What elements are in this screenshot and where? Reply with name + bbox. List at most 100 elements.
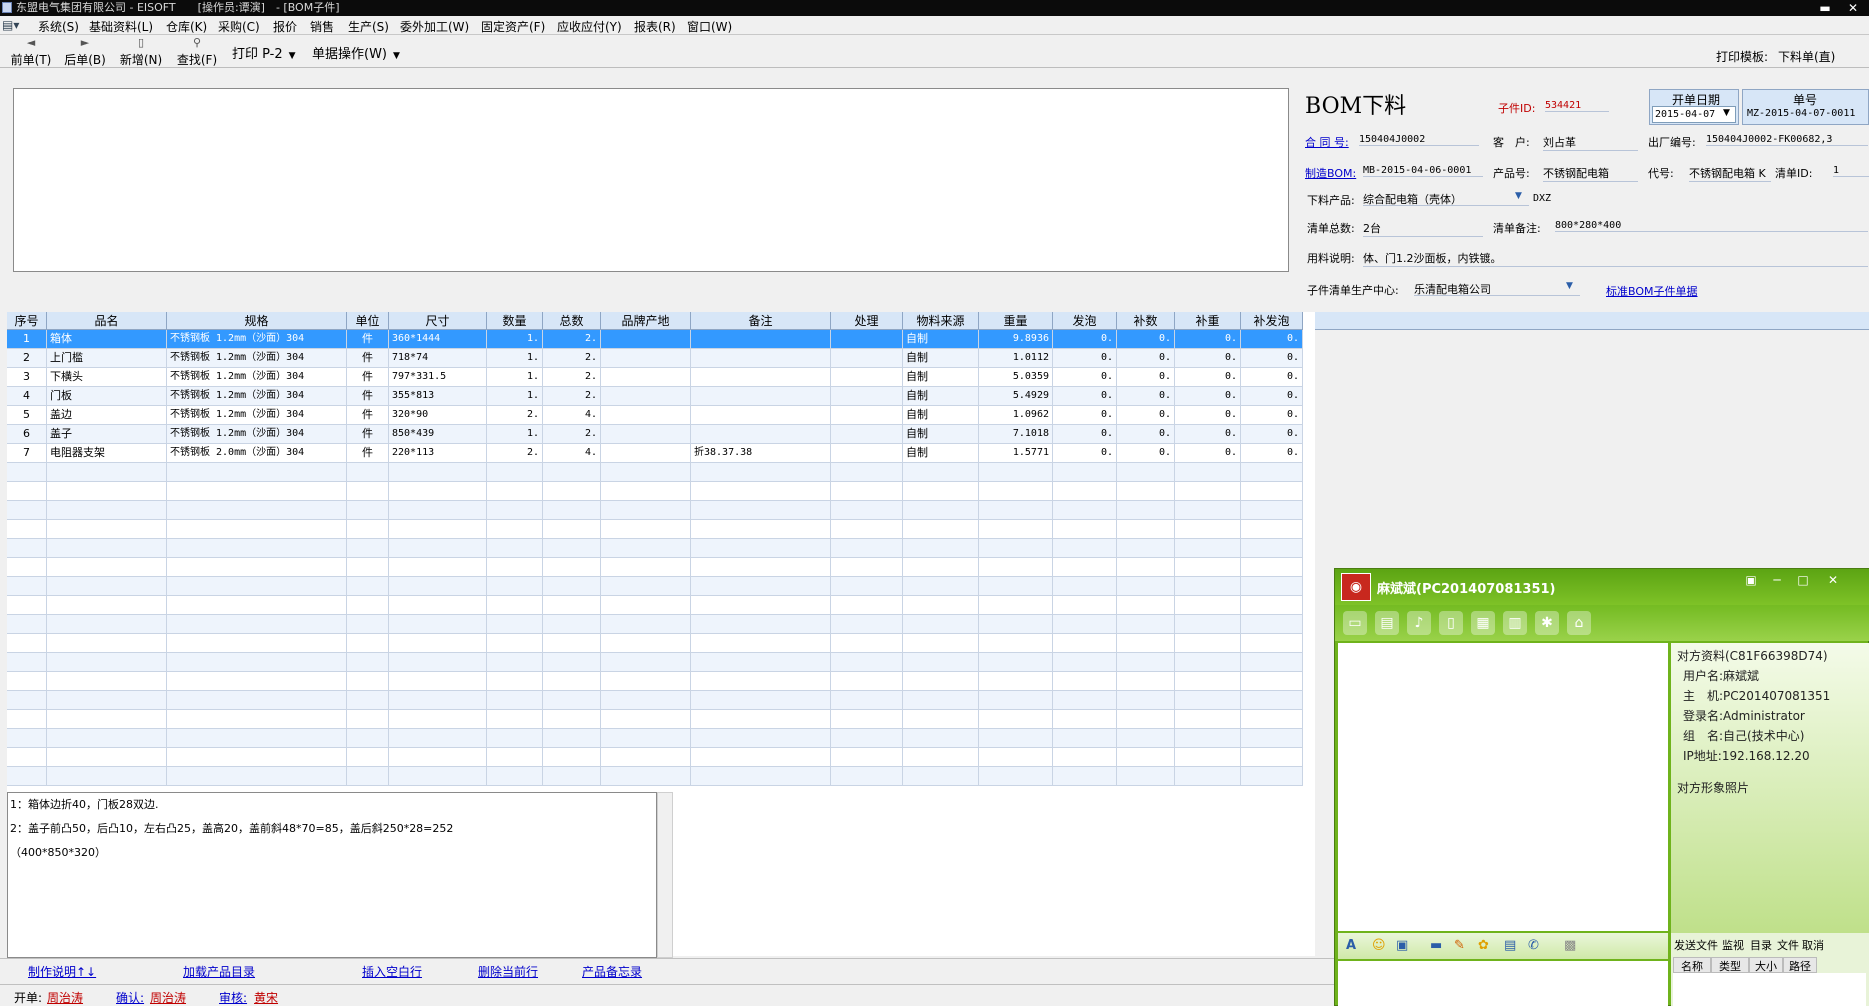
table-row[interactable] xyxy=(7,577,1303,596)
cell-name[interactable] xyxy=(47,653,167,672)
cell-weight[interactable] xyxy=(979,748,1053,767)
cell-foam[interactable]: 0. xyxy=(1053,368,1117,387)
cell-total[interactable]: 2. xyxy=(543,425,601,444)
cell-add-qty[interactable] xyxy=(1117,653,1175,672)
cell-name[interactable] xyxy=(47,634,167,653)
cell-source[interactable]: 自制 xyxy=(903,349,979,368)
cell-unit[interactable] xyxy=(347,615,389,634)
cell-note[interactable] xyxy=(691,653,831,672)
cell-weight[interactable] xyxy=(979,501,1053,520)
cell-size[interactable] xyxy=(389,729,487,748)
cell-seq[interactable] xyxy=(7,558,47,577)
remote-desktop-icon[interactable]: ▭ xyxy=(1343,611,1367,635)
cell-brand[interactable] xyxy=(601,577,691,596)
cell-total[interactable] xyxy=(543,539,601,558)
cell-foam[interactable] xyxy=(1053,596,1117,615)
cell-spec[interactable] xyxy=(167,520,347,539)
new-button[interactable]: ▯ 新增(N) xyxy=(118,35,164,68)
table-row[interactable] xyxy=(7,729,1303,748)
cell-brand[interactable] xyxy=(601,672,691,691)
cell-weight[interactable] xyxy=(979,520,1053,539)
cell-weight[interactable] xyxy=(979,539,1053,558)
cell-add-foam[interactable] xyxy=(1241,539,1303,558)
cell-source[interactable]: 自制 xyxy=(903,368,979,387)
load-product-catalog-link[interactable]: 加载产品目录 xyxy=(183,963,255,980)
cell-qty[interactable] xyxy=(487,672,543,691)
cell-process[interactable] xyxy=(831,615,903,634)
cell-size[interactable]: 850*439 xyxy=(389,425,487,444)
cell-total[interactable] xyxy=(543,653,601,672)
col-type[interactable]: 类型 xyxy=(1711,957,1749,973)
menu-basic-data[interactable]: 基础资料(L) xyxy=(89,18,153,35)
file-list[interactable] xyxy=(1673,973,1866,1006)
cell-seq[interactable] xyxy=(7,672,47,691)
cell-total[interactable] xyxy=(543,558,601,577)
cell-add-foam[interactable] xyxy=(1241,596,1303,615)
cell-process[interactable] xyxy=(831,463,903,482)
col-header-unit[interactable]: 单位 xyxy=(347,312,389,330)
cell-total[interactable] xyxy=(543,615,601,634)
cell-unit[interactable] xyxy=(347,672,389,691)
print-template-value[interactable]: 下料单(直) xyxy=(1778,48,1835,65)
cell-name[interactable] xyxy=(47,501,167,520)
cell-seq[interactable] xyxy=(7,596,47,615)
cell-qty[interactable]: 2. xyxy=(487,444,543,463)
center-select[interactable]: 乐清配电箱公司 ▼ xyxy=(1414,280,1580,296)
cell-add-weight[interactable] xyxy=(1175,672,1241,691)
open-date-picker[interactable]: 2015-04-07 ▼ xyxy=(1652,106,1736,123)
cell-seq[interactable]: 1 xyxy=(7,330,47,349)
cell-spec[interactable]: 不锈钢板 1.2mm（沙面）304 xyxy=(167,330,347,349)
cell-add-qty[interactable] xyxy=(1117,596,1175,615)
cell-note[interactable] xyxy=(691,520,831,539)
cell-add-foam[interactable]: 0. xyxy=(1241,406,1303,425)
cell-size[interactable]: 220*113 xyxy=(389,444,487,463)
cell-total[interactable] xyxy=(543,767,601,786)
table-row[interactable] xyxy=(7,520,1303,539)
cell-size[interactable]: 797*331.5 xyxy=(389,368,487,387)
cell-add-foam[interactable]: 0. xyxy=(1241,425,1303,444)
cell-total[interactable]: 2. xyxy=(543,330,601,349)
cell-foam[interactable] xyxy=(1053,520,1117,539)
cell-unit[interactable] xyxy=(347,539,389,558)
cell-note[interactable] xyxy=(691,558,831,577)
contract-value[interactable]: 150404J0002 xyxy=(1359,134,1479,146)
table-row[interactable]: 2 上门槛 不锈钢板 1.2mm（沙面）304 件 718*74 1. 2. 自制 1.0112… xyxy=(7,349,1303,368)
col-path[interactable]: 路径 xyxy=(1783,957,1817,973)
cell-add-foam[interactable] xyxy=(1241,501,1303,520)
table-row[interactable] xyxy=(7,710,1303,729)
cell-unit[interactable]: 件 xyxy=(347,368,389,387)
menu-system[interactable]: 系统(S) xyxy=(38,18,79,35)
cell-note[interactable] xyxy=(691,387,831,406)
cell-total[interactable] xyxy=(543,482,601,501)
cell-brand[interactable] xyxy=(601,729,691,748)
document-ops-dropdown[interactable]: 单据操作(W) ▼ xyxy=(312,43,400,62)
cell-qty[interactable]: 1. xyxy=(487,387,543,406)
cell-add-qty[interactable] xyxy=(1117,748,1175,767)
cell-spec[interactable] xyxy=(167,596,347,615)
cell-note[interactable] xyxy=(691,482,831,501)
home-icon[interactable]: ⌂ xyxy=(1567,611,1591,635)
cell-foam[interactable] xyxy=(1053,634,1117,653)
cell-qty[interactable] xyxy=(487,596,543,615)
clipboard-icon[interactable]: ▤ xyxy=(1504,938,1516,953)
cell-add-foam[interactable] xyxy=(1241,691,1303,710)
table-row[interactable] xyxy=(7,539,1303,558)
cell-source[interactable] xyxy=(903,729,979,748)
cell-size[interactable] xyxy=(389,596,487,615)
chat-message-area[interactable] xyxy=(1338,643,1668,931)
col-header-source[interactable]: 物料来源 xyxy=(903,312,979,330)
cell-spec[interactable] xyxy=(167,653,347,672)
cell-spec[interactable]: 不锈钢板 1.2mm（沙面）304 xyxy=(167,425,347,444)
cell-name[interactable] xyxy=(47,577,167,596)
standard-bom-link[interactable]: 标准BOM子件单据 xyxy=(1606,283,1698,299)
cell-weight[interactable]: 1.0112 xyxy=(979,349,1053,368)
cell-size[interactable] xyxy=(389,653,487,672)
cell-brand[interactable] xyxy=(601,653,691,672)
cell-note[interactable] xyxy=(691,596,831,615)
cell-seq[interactable] xyxy=(7,463,47,482)
cell-qty[interactable] xyxy=(487,634,543,653)
table-row[interactable] xyxy=(7,691,1303,710)
next-button[interactable]: ► 后单(B) xyxy=(62,35,108,68)
cell-add-foam[interactable]: 0. xyxy=(1241,444,1303,463)
cell-name[interactable] xyxy=(47,729,167,748)
